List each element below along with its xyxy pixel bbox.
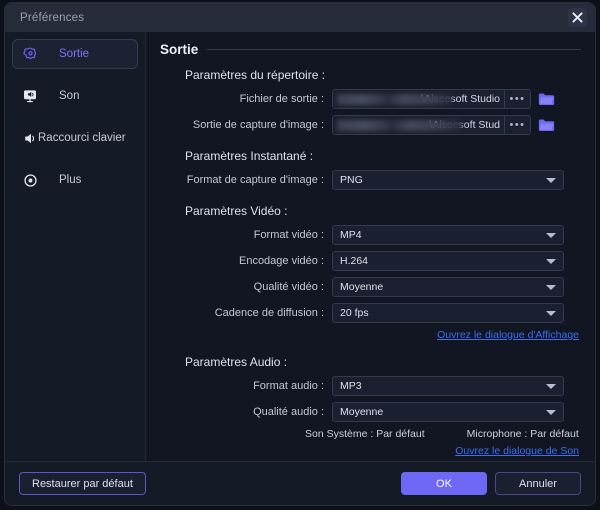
image-format-value: PNG: [340, 174, 546, 186]
output-file-input-wrap[interactable]: \Aiseesoft Studio •••: [332, 89, 531, 109]
output-file-input[interactable]: \Aiseesoft Studio: [333, 90, 504, 108]
close-icon: [572, 12, 583, 23]
screenshot-output-folder-icon[interactable]: [538, 118, 555, 132]
video-link-row: Ouvrez le dialogue d'Affichage: [160, 329, 581, 341]
audio-devices-row: Son Système : Par défaut Microphone : Pa…: [160, 428, 581, 440]
preferences-window: Préférences Sortie: [4, 2, 596, 506]
screenshot-output-input[interactable]: \Aiseesoft Stud: [333, 116, 504, 134]
group-title: Paramètres Audio :: [185, 355, 581, 369]
sidebar-item-label: Sortie: [59, 48, 89, 60]
microphone-label: Microphone :: [467, 428, 528, 440]
field-label: Fichier de sortie :: [160, 93, 332, 105]
window-title: Préférences: [20, 12, 84, 24]
group-audio-settings: Paramètres Audio : Format audio : MP3 Qu…: [160, 355, 581, 457]
group-title: Paramètres du répertoire :: [185, 68, 581, 82]
system-sound-label: Son Système :: [305, 428, 373, 440]
circle-dot-icon: [13, 173, 47, 188]
redacted-path-blur: [337, 120, 462, 131]
sidebar-item-sortie[interactable]: Sortie: [12, 39, 138, 69]
chevron-down-icon: [546, 311, 556, 316]
sidebar-item-label: Plus: [59, 174, 81, 186]
microphone-value: Par défaut: [530, 428, 578, 440]
audio-link-row: Ouvrez le dialogue de Son: [160, 445, 581, 457]
sidebar: Sortie Son: [5, 32, 146, 461]
frame-rate-value: 20 fps: [340, 307, 546, 319]
open-display-dialog-link[interactable]: Ouvrez le dialogue d'Affichage: [437, 329, 579, 341]
audio-format-select[interactable]: MP3: [332, 376, 564, 396]
field-output-file: Fichier de sortie : \Aiseesoft Studio ••…: [160, 89, 581, 109]
sidebar-item-son[interactable]: Son: [12, 81, 138, 111]
group-snapshot-settings: Paramètres Instantané : Format de captur…: [160, 149, 581, 190]
header-divider: [207, 49, 581, 50]
audio-quality-select[interactable]: Moyenne: [332, 402, 564, 422]
field-audio-quality: Qualité audio : Moyenne: [160, 402, 581, 422]
field-video-encoding: Encodage vidéo : H.264: [160, 251, 581, 271]
screenshot-output-browse-button[interactable]: •••: [505, 116, 530, 134]
sidebar-item-label: Raccourci clavier: [38, 132, 126, 144]
video-quality-select[interactable]: Moyenne: [332, 277, 564, 297]
field-label: Format vidéo :: [160, 229, 332, 241]
sidebar-item-label: Son: [59, 90, 79, 102]
field-label: Qualité vidéo :: [160, 281, 332, 293]
chevron-down-icon: [546, 384, 556, 389]
open-sound-dialog-link[interactable]: Ouvrez le dialogue de Son: [455, 445, 579, 457]
field-label: Cadence de diffusion :: [160, 307, 332, 319]
settings-content: Sortie Paramètres du répertoire : Fichie…: [146, 32, 595, 461]
audio-format-value: MP3: [340, 380, 546, 392]
field-video-quality: Qualité vidéo : Moyenne: [160, 277, 581, 297]
field-label: Qualité audio :: [160, 406, 332, 418]
video-format-value: MP4: [340, 229, 546, 241]
ok-button[interactable]: OK: [401, 472, 487, 495]
monitor-sound-icon: [13, 88, 47, 104]
video-format-select[interactable]: MP4: [332, 225, 564, 245]
redacted-path-blur: [337, 94, 452, 105]
field-label: Encodage vidéo :: [160, 255, 332, 267]
frame-rate-select[interactable]: 20 fps: [332, 303, 564, 323]
chevron-down-icon: [546, 233, 556, 238]
image-format-select[interactable]: PNG: [332, 170, 564, 190]
restore-default-button[interactable]: Restaurer par défaut: [19, 472, 146, 495]
sidebar-item-raccourci-clavier[interactable]: Raccourci clavier: [12, 123, 138, 153]
screenshot-output-input-wrap[interactable]: \Aiseesoft Stud •••: [332, 115, 531, 135]
output-file-folder-icon[interactable]: [538, 92, 555, 106]
chevron-down-icon: [546, 259, 556, 264]
group-title: Paramètres Instantané :: [185, 149, 581, 163]
field-image-format: Format de capture d'image : PNG: [160, 170, 581, 190]
group-video-settings: Paramètres Vidéo : Format vidéo : MP4 En…: [160, 204, 581, 341]
sidebar-item-plus[interactable]: Plus: [12, 165, 138, 195]
field-label: Sortie de capture d'image :: [160, 119, 332, 131]
system-sound-value: Par défaut: [376, 428, 424, 440]
video-encoding-value: H.264: [340, 255, 546, 267]
group-directory-settings: Paramètres du répertoire : Fichier de so…: [160, 68, 581, 135]
field-label: Format audio :: [160, 380, 332, 392]
chevron-down-icon: [546, 285, 556, 290]
chevron-down-icon: [546, 410, 556, 415]
page-title: Sortie: [160, 42, 198, 57]
window-body: Sortie Son: [5, 32, 595, 461]
field-frame-rate: Cadence de diffusion : 20 fps: [160, 303, 581, 323]
field-label: Format de capture d'image :: [160, 174, 332, 186]
window-titlebar: Préférences: [5, 3, 595, 32]
video-encoding-select[interactable]: H.264: [332, 251, 564, 271]
page-header: Sortie: [160, 42, 581, 57]
output-file-browse-button[interactable]: •••: [505, 90, 530, 108]
field-video-format: Format vidéo : MP4: [160, 225, 581, 245]
gear-settings-icon: [13, 47, 47, 62]
field-screenshot-output: Sortie de capture d'image : \Aiseesoft S…: [160, 115, 581, 135]
dialog-footer: Restaurer par défaut OK Annuler: [5, 461, 595, 505]
close-button[interactable]: [568, 8, 587, 27]
group-title: Paramètres Vidéo :: [185, 204, 581, 218]
cancel-button[interactable]: Annuler: [495, 472, 581, 495]
field-audio-format: Format audio : MP3: [160, 376, 581, 396]
audio-quality-value: Moyenne: [340, 406, 546, 418]
video-quality-value: Moyenne: [340, 281, 546, 293]
chevron-down-icon: [546, 178, 556, 183]
